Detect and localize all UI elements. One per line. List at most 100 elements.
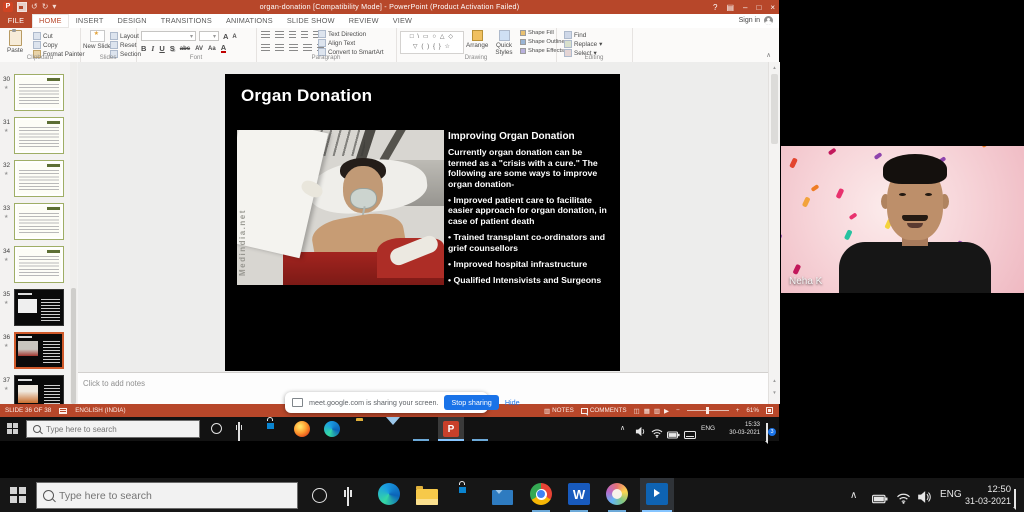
collapse-ribbon-icon[interactable]: ∧	[766, 51, 771, 59]
search-input[interactable]	[46, 424, 193, 434]
underline-button[interactable]: U	[159, 44, 164, 53]
font-color-button[interactable]: A	[220, 44, 227, 53]
normal-view-button[interactable]: ◫	[634, 407, 640, 415]
notes-toggle[interactable]: ▥ NOTES	[544, 407, 574, 415]
minimize-button[interactable]: –	[743, 3, 747, 12]
text-shadow-button[interactable]: S	[170, 44, 175, 53]
help-button[interactable]: ?	[713, 3, 717, 12]
font-size-select[interactable]: ▾	[199, 31, 219, 41]
scroll-up-icon[interactable]: ▲	[769, 65, 780, 70]
layout-button[interactable]: Layout	[110, 32, 139, 40]
action-center-icon[interactable]	[1014, 489, 1016, 508]
bold-button[interactable]: B	[141, 44, 146, 53]
hidden-icons-chevron[interactable]: ∧	[620, 424, 625, 432]
tab-view[interactable]: VIEW	[386, 14, 419, 28]
font-grow-shrink[interactable]: A A	[223, 32, 237, 41]
clock[interactable]: 15:33 30-03-2021	[718, 422, 760, 437]
comments-toggle[interactable]: COMMENTS	[580, 407, 627, 416]
increase-indent-icon[interactable]	[301, 31, 308, 39]
thumbnail-slide-33[interactable]: 33 ★	[0, 203, 70, 245]
decrease-indent-icon[interactable]	[289, 31, 296, 39]
patient-photo[interactable]: Medindia.net	[237, 130, 444, 285]
arrange-button[interactable]: Arrange	[466, 30, 488, 49]
shared-taskbar-search[interactable]	[26, 420, 200, 438]
battery-icon[interactable]	[872, 491, 888, 509]
start-button[interactable]	[7, 423, 18, 434]
search-input[interactable]	[59, 489, 291, 502]
hide-link[interactable]: Hide	[505, 398, 520, 407]
char-spacing-button[interactable]: AV	[195, 46, 203, 52]
font-name-select[interactable]: ▾	[141, 31, 196, 41]
spellcheck-icon[interactable]	[59, 407, 68, 414]
scrollbar-thumb[interactable]	[71, 288, 76, 404]
firefox-icon[interactable]	[294, 421, 310, 437]
align-right-icon[interactable]	[289, 44, 298, 52]
slide-sorter-button[interactable]: ▦	[644, 407, 650, 415]
language-status[interactable]: ENGLISH (INDIA)	[75, 407, 125, 414]
mail-icon[interactable]	[492, 490, 513, 505]
thumbnail-slide-36-selected[interactable]: 36 ★	[0, 332, 70, 374]
sign-in[interactable]: Sign in	[739, 16, 773, 25]
text-direction-button[interactable]: Text Direction	[318, 30, 366, 38]
tab-slideshow[interactable]: SLIDE SHOW	[280, 14, 342, 28]
justify-icon[interactable]	[303, 44, 312, 52]
paste-button[interactable]: Paste	[7, 29, 23, 54]
task-view-icon[interactable]	[347, 487, 349, 506]
zoom-level[interactable]: 61%	[746, 407, 759, 414]
volume-icon[interactable]	[635, 424, 646, 442]
grow-font-button[interactable]: A	[223, 32, 228, 41]
fit-to-window-button[interactable]	[766, 407, 773, 414]
powerpoint-icon[interactable]: P	[443, 421, 459, 437]
volume-icon[interactable]	[917, 490, 931, 509]
chrome-icon[interactable]	[530, 483, 552, 505]
cut-button[interactable]: Cut	[33, 32, 53, 40]
tab-design[interactable]: DESIGN	[111, 14, 154, 28]
save-icon[interactable]	[17, 2, 27, 12]
change-case-button[interactable]: Aa	[208, 46, 216, 52]
notes-placeholder[interactable]: Click to add notes	[83, 379, 145, 388]
clock[interactable]: 12:50 31-03-2021	[963, 484, 1011, 508]
stop-sharing-button[interactable]: Stop sharing	[444, 395, 499, 410]
redo-icon[interactable]: ↻	[42, 2, 49, 12]
align-center-icon[interactable]	[275, 44, 284, 52]
zoom-slider[interactable]	[686, 407, 729, 414]
edge-icon[interactable]	[324, 421, 340, 437]
thumbnail-slide-35[interactable]: 35 ★	[0, 289, 70, 331]
undo-icon[interactable]: ↺	[31, 2, 38, 12]
language-indicator[interactable]: ENG	[701, 425, 715, 432]
edge-icon[interactable]	[378, 483, 400, 505]
previous-slide-icon[interactable]: ▲	[769, 378, 780, 383]
thumbnail-slide-31[interactable]: 31 ★	[0, 117, 70, 159]
hidden-icons-chevron[interactable]: ∧	[850, 490, 857, 501]
tab-file[interactable]: FILE	[0, 14, 32, 28]
wifi-icon[interactable]	[896, 491, 911, 509]
movies-tv-icon[interactable]	[646, 483, 668, 505]
zoom-out-button[interactable]: −	[676, 407, 680, 414]
quick-styles-button[interactable]: Quick Styles	[492, 30, 516, 56]
thumbnail-slide-32[interactable]: 32 ★	[0, 160, 70, 202]
cortana-icon[interactable]	[211, 423, 222, 434]
slide-title[interactable]: Organ Donation	[241, 86, 372, 106]
tab-insert[interactable]: INSERT	[69, 14, 111, 28]
copy-button[interactable]: Copy	[33, 41, 58, 49]
file-explorer-icon[interactable]	[416, 486, 438, 505]
bullets-icon[interactable]	[261, 31, 270, 39]
strikethrough-button[interactable]: abc	[180, 46, 190, 52]
paint-icon[interactable]	[606, 483, 628, 505]
shapes-gallery[interactable]: □ \ ▭ ○ △ ◇ ▽ ( ) { } ☆	[400, 31, 464, 54]
slide-body-text[interactable]: Improving Organ Donation Currently organ…	[448, 131, 612, 286]
thumbnail-slide-34[interactable]: 34 ★	[0, 246, 70, 288]
touch-keyboard-icon[interactable]	[684, 426, 696, 444]
shape-fill-button[interactable]: Shape Fill	[520, 30, 554, 36]
find-button[interactable]: Find	[564, 31, 586, 39]
align-text-button[interactable]: Align Text	[318, 39, 355, 47]
word-icon[interactable]: W	[568, 483, 590, 505]
reset-button[interactable]: Reset	[110, 41, 136, 49]
start-button[interactable]	[10, 487, 26, 503]
align-left-icon[interactable]	[261, 44, 270, 52]
network-icon[interactable]	[651, 425, 663, 443]
tab-animations[interactable]: ANIMATIONS	[219, 14, 280, 28]
slide-scrollbar[interactable]: ▲ ▲ ▼	[768, 62, 780, 404]
numbering-icon[interactable]	[275, 31, 284, 39]
tab-transitions[interactable]: TRANSITIONS	[154, 14, 219, 28]
